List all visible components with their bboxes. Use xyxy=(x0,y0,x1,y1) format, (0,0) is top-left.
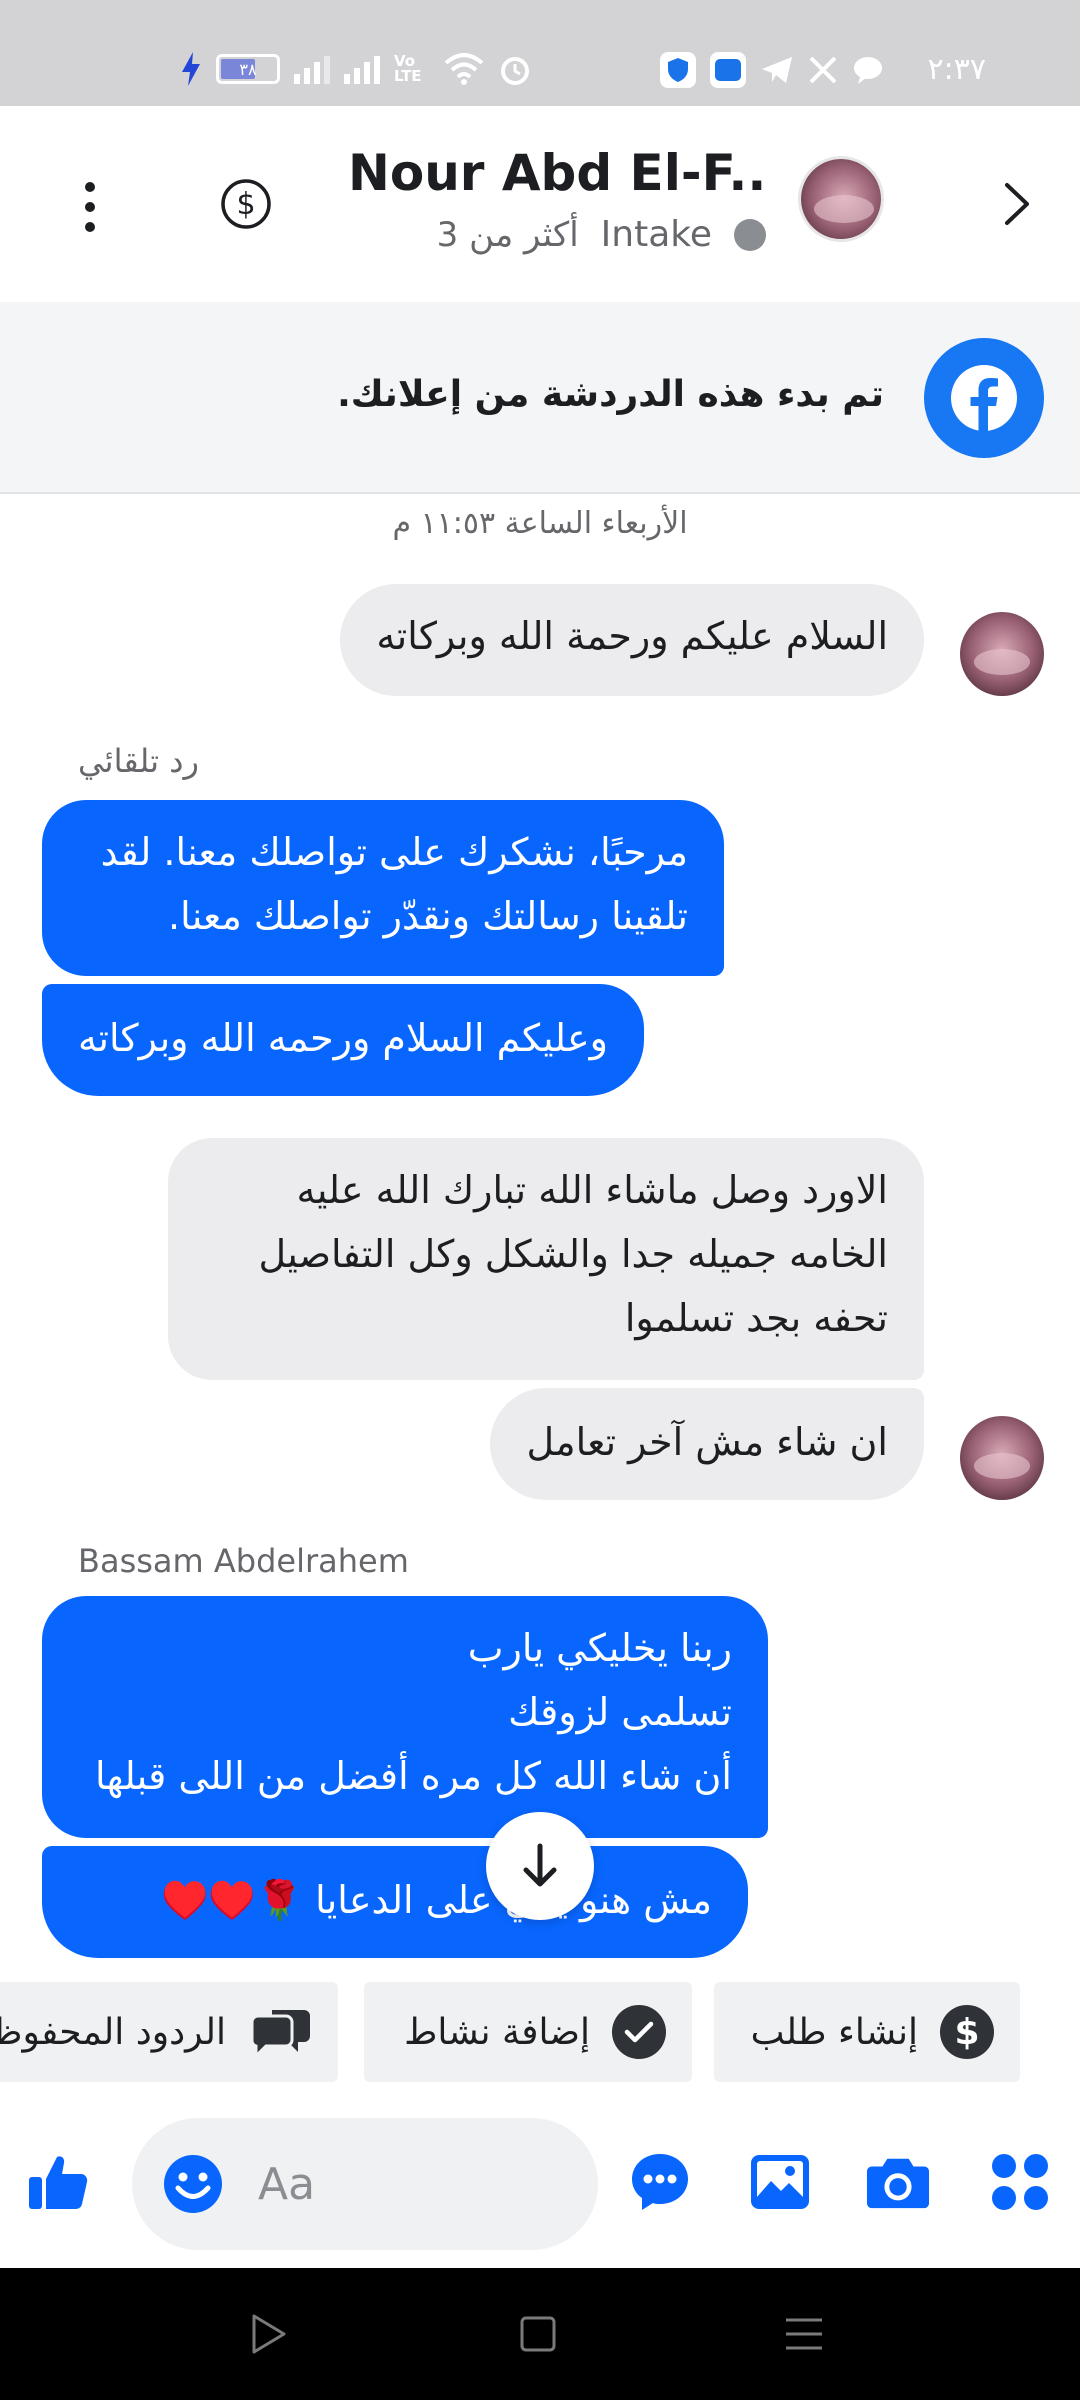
chat-dots-icon xyxy=(632,2154,688,2210)
wifi-icon xyxy=(444,53,484,85)
emoji-button[interactable] xyxy=(162,2153,224,2215)
ad-origin-banner: تم بدء هذه الدردشة من إعلانك. xyxy=(0,302,1080,494)
truecaller-icon xyxy=(710,52,746,88)
recents-menu-icon[interactable] xyxy=(782,2312,826,2356)
add-activity-chip[interactable]: إضافة نشاط xyxy=(364,1982,692,2082)
payment-button[interactable]: $ xyxy=(220,178,272,230)
alarm-icon xyxy=(501,57,529,85)
image-button[interactable] xyxy=(748,2150,812,2214)
message-bubble-incoming[interactable]: ان شاء مش آخر تعامل xyxy=(490,1388,924,1500)
status-bar: ٣٨ Vo LTE ٢:٣٧ xyxy=(0,0,1080,106)
security-app-icon xyxy=(660,52,696,88)
x-icon xyxy=(809,56,837,84)
signal-icon-2 xyxy=(344,56,380,84)
battery-icon: ٣٨ xyxy=(216,54,280,84)
kebab-menu-icon xyxy=(85,182,95,192)
saved-replies-label: الردود المحفوظة xyxy=(0,2011,226,2053)
message-bubble-outgoing[interactable]: مش هنو يكي على الدعايا 🌹♥️♥️ xyxy=(42,1846,748,1958)
message-bubble-outgoing[interactable]: ربنا يخليكي يارب تسلمى لزوقك أن شاء الله… xyxy=(42,1596,768,1838)
chat-bubble-status-icon xyxy=(854,57,882,84)
apps-grid-icon xyxy=(992,2154,1048,2210)
auto-reply-label: رد تلقائي xyxy=(78,742,199,780)
home-square-icon[interactable] xyxy=(516,2312,560,2356)
like-button[interactable] xyxy=(26,2150,90,2214)
back-arrow-icon xyxy=(1005,183,1029,225)
more-options-button[interactable] xyxy=(78,182,102,232)
signal-icon xyxy=(294,56,330,84)
create-order-label: إنشاء طلب xyxy=(750,2011,918,2053)
scroll-to-bottom-button[interactable] xyxy=(486,1812,594,1920)
contact-avatar-small xyxy=(960,1416,1044,1500)
emoji-icon xyxy=(164,2155,222,2213)
contact-subline: أكثر من 3 Intake xyxy=(437,214,766,255)
back-triangle-icon[interactable] xyxy=(246,2312,290,2356)
message-composer: Aa xyxy=(0,2100,1080,2268)
camera-icon xyxy=(866,2158,930,2209)
system-navigation-bar xyxy=(0,2268,1080,2400)
contact-name[interactable]: Nour Abd El-F... xyxy=(348,144,768,202)
apps-grid-button[interactable] xyxy=(988,2150,1052,2214)
contact-avatar[interactable] xyxy=(798,156,884,242)
arrow-down-icon xyxy=(523,1843,557,1887)
facebook-icon xyxy=(924,338,1044,458)
conversation-timestamp: الأربعاء الساعة ١١:٥٣ م xyxy=(392,506,688,541)
charging-bolt-icon xyxy=(182,52,200,86)
status-notification-icons xyxy=(660,52,884,88)
more-labels-count[interactable]: أكثر من 3 xyxy=(437,215,579,255)
status-time: ٢:٣٧ xyxy=(927,52,986,87)
saved-replies-chip[interactable]: الردود المحفوظة xyxy=(0,1982,338,2082)
status-left-icons: ٣٨ Vo LTE xyxy=(180,52,532,86)
volte-label: Vo LTE xyxy=(394,52,422,85)
image-icon xyxy=(751,2155,809,2209)
composer-placeholder: Aa xyxy=(258,2158,316,2210)
camera-button[interactable] xyxy=(866,2150,930,2214)
like-icon xyxy=(29,2156,88,2209)
sender-name-label: Bassam Abdelrahem xyxy=(78,1542,409,1580)
presence-indicator xyxy=(734,218,766,251)
message-bubble-incoming[interactable]: السلام عليكم ورحمة الله وبركاته xyxy=(340,584,924,696)
message-input[interactable]: Aa xyxy=(132,2118,598,2250)
dollar-icon: $ xyxy=(221,179,271,229)
message-bubble-outgoing[interactable]: وعليكم السلام ورحمه الله وبركاته xyxy=(42,984,645,1096)
dollar-icon: $ xyxy=(940,2005,994,2059)
telegram-icon xyxy=(762,57,792,83)
svg-text:$: $ xyxy=(236,187,255,222)
check-icon xyxy=(612,2005,666,2059)
add-activity-label: إضافة نشاط xyxy=(404,2011,590,2053)
contact-avatar-small xyxy=(960,612,1044,696)
ad-banner-text: تم بدء هذه الدردشة من إعلانك. xyxy=(337,374,884,415)
chat-bubbles-icon xyxy=(248,2004,312,2060)
battery-level: ٣٨ xyxy=(239,59,257,79)
pipeline-stage-label[interactable]: Intake xyxy=(601,214,712,255)
message-bubble-outgoing[interactable]: مرحبًا، نشكرك على تواصلك معنا. لقد تلقين… xyxy=(42,800,724,976)
chat-header: Nour Abd El-F... أكثر من 3 Intake $ xyxy=(0,106,1080,302)
create-order-chip[interactable]: $ إنشاء طلب xyxy=(714,1982,1020,2082)
message-bubble-incoming[interactable]: الاورد وصل ماشاء الله تبارك الله عليه ال… xyxy=(168,1138,924,1380)
back-button[interactable] xyxy=(988,172,1044,236)
chat-dots-button[interactable] xyxy=(628,2150,692,2214)
